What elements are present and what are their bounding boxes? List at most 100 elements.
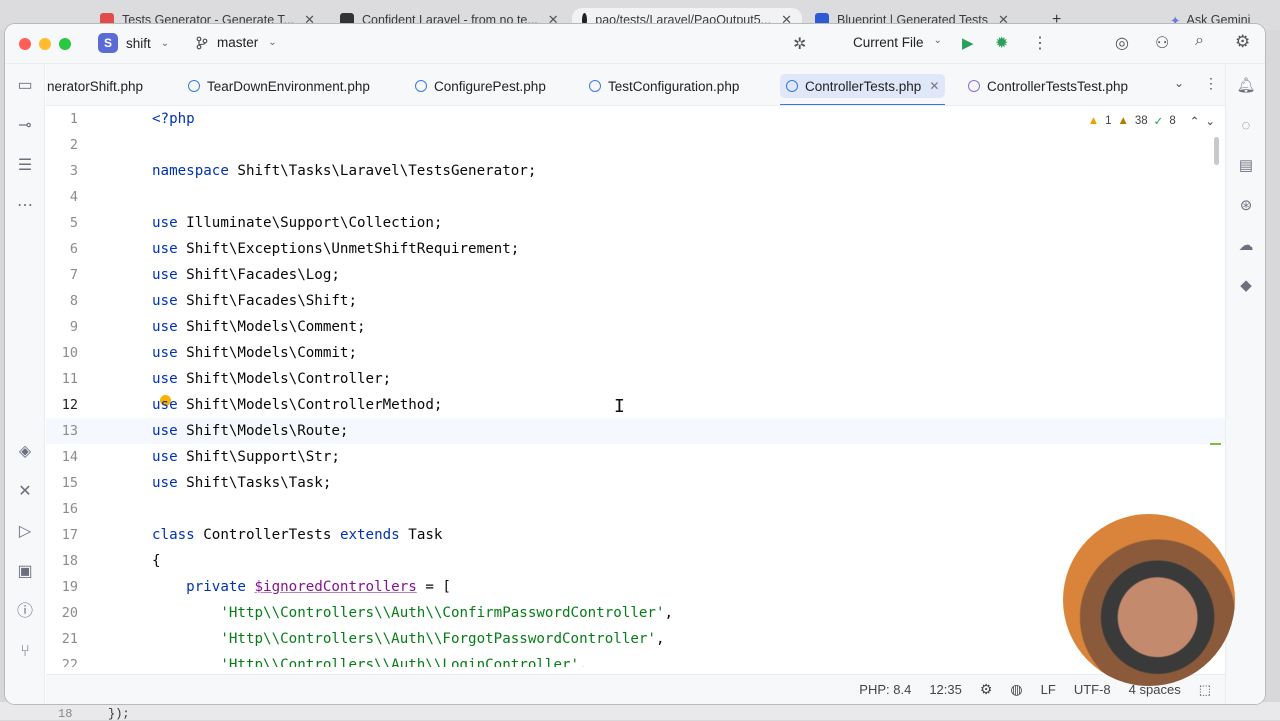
more-tools-icon[interactable]: ⋯ xyxy=(15,196,35,216)
line-number: 18 xyxy=(58,707,73,721)
editor-tab[interactable]: neratorShift.php xyxy=(47,74,143,98)
code-token: namespace xyxy=(152,163,229,179)
check-icon: ✓ xyxy=(1153,116,1164,128)
debug-bug-icon[interactable]: ✲ xyxy=(793,34,806,54)
chevron-down-icon[interactable]: ⌄ xyxy=(1205,114,1215,128)
line-separator[interactable]: LF xyxy=(1041,682,1056,697)
build-tools-icon[interactable]: ✕ xyxy=(15,482,35,502)
run-config-label: Current File xyxy=(853,35,924,50)
run-config-selector[interactable]: Current File ⌄ xyxy=(853,35,942,50)
line-number: 7 xyxy=(69,267,78,283)
code-token: use xyxy=(152,293,178,309)
code-token: use xyxy=(152,423,178,439)
editor-tab[interactable]: ControllerTestsTest.php xyxy=(968,74,1128,98)
inspection-widget[interactable]: ▲ 1 ▲ 38 ✓ 8 ⌃ ⌄ xyxy=(1088,114,1215,128)
editor-tab-label: neratorShift.php xyxy=(47,78,144,94)
code-token: private xyxy=(152,579,255,595)
class-icon xyxy=(415,80,427,92)
change-marker xyxy=(1210,443,1221,445)
plugin-icon[interactable]: ◆ xyxy=(1236,276,1256,296)
code-line: use Shift\Tasks\Task; xyxy=(152,475,331,491)
chevron-down-icon[interactable]: ⌄ xyxy=(1174,76,1184,90)
code-line: use Shift\Facades\Log; xyxy=(152,267,340,283)
gear-icon[interactable]: ⚙ xyxy=(1235,32,1250,52)
chevron-down-icon: ⌄ xyxy=(933,35,942,46)
text-cursor-icon: I xyxy=(614,396,625,417)
chevron-up-icon[interactable]: ⌃ xyxy=(1190,114,1200,128)
more-actions-icon[interactable]: ⋮ xyxy=(1032,33,1048,53)
code-line: use Shift\Models\Controller; xyxy=(152,371,391,387)
caret-position[interactable]: 12:35 xyxy=(929,682,962,697)
line-number: 3 xyxy=(69,163,78,179)
file-encoding[interactable]: UTF-8 xyxy=(1074,682,1111,697)
notifications-icon[interactable]: 🔔︎ xyxy=(1236,76,1256,96)
editor-tab-active[interactable]: ControllerTests.php ✕ xyxy=(780,74,946,105)
code-line: use Illuminate\Support\Collection; xyxy=(152,215,442,231)
php-version[interactable]: PHP: 8.4 xyxy=(859,682,911,697)
line-number: 22 xyxy=(61,657,78,667)
code-line: class ControllerTests extends Task xyxy=(152,527,442,543)
vertical-scrollbar[interactable] xyxy=(1214,137,1219,165)
code-token: use xyxy=(152,345,178,361)
code-style-icon[interactable]: ⚙ xyxy=(980,681,993,698)
minimize-window-button[interactable] xyxy=(39,38,51,50)
code-token: Shift\Support\Str; xyxy=(177,449,340,465)
code-line: private $ignoredControllers = [ xyxy=(152,579,451,595)
project-name: shift xyxy=(126,35,151,51)
code-line: { xyxy=(152,553,161,569)
more-tabs-icon[interactable]: ⋮ xyxy=(1204,75,1218,92)
copilot-icon[interactable]: ⊛ xyxy=(1236,196,1256,216)
lock-icon[interactable]: ⬚ xyxy=(1199,682,1211,698)
ai-assistant-icon[interactable]: ◎ xyxy=(1115,33,1129,53)
ai-status-icon[interactable]: ◍ xyxy=(1010,681,1022,698)
add-user-icon[interactable]: ⚇ xyxy=(1155,33,1169,53)
weak-warning-count: 38 xyxy=(1134,115,1148,127)
folder-icon[interactable]: ▭ xyxy=(15,76,35,96)
run-tool-icon[interactable]: ▷ xyxy=(15,522,35,542)
ai-chat-icon[interactable]: ◌ xyxy=(1236,116,1256,136)
terminal-icon[interactable]: ▣ xyxy=(15,562,35,582)
run-icon[interactable]: ▶ xyxy=(962,34,974,52)
code-token: use xyxy=(152,449,178,465)
code-token: Shift\Facades\Log; xyxy=(177,267,340,283)
git-icon[interactable]: ⑂ xyxy=(15,642,35,662)
close-window-button[interactable] xyxy=(19,38,31,50)
line-number: 18 xyxy=(61,553,78,569)
code-token: { xyxy=(152,553,161,569)
editor-tab[interactable]: TearDownEnvironment.php xyxy=(188,74,370,98)
code-token: 'Http\\Controllers\\Auth\\LoginControlle… xyxy=(152,657,580,667)
editor-tab[interactable]: ConfigurePest.php xyxy=(415,74,546,98)
close-tab-icon[interactable]: ✕ xyxy=(929,79,939,93)
laravel-icon[interactable]: ◈ xyxy=(15,442,35,462)
branch-selector[interactable]: master ⌄ xyxy=(195,35,277,50)
code-token: use xyxy=(152,319,178,335)
database-icon[interactable]: ▤ xyxy=(1236,156,1256,176)
line-number: 15 xyxy=(61,475,78,491)
project-badge: S xyxy=(98,33,118,53)
debug-icon[interactable]: ✹ xyxy=(995,33,1008,53)
commit-icon[interactable]: ⊸ xyxy=(15,116,35,136)
ok-count: 8 xyxy=(1169,115,1176,127)
code-editor[interactable]: 1 2 3 4 5 6 7 8 9 10 11 12 13 14 15 16 1… xyxy=(46,107,1225,667)
code-token: class xyxy=(152,527,195,543)
left-tool-strip: ▭ ⊸ ☰ ⋯ ◈ ✕ ▷ ▣ ⓘ ⑂ xyxy=(5,64,45,704)
code-token: Illuminate\Support\Collection; xyxy=(177,215,443,231)
search-icon[interactable]: ⌕ xyxy=(1195,32,1204,50)
problems-icon[interactable]: ⓘ xyxy=(15,602,35,622)
project-selector[interactable]: S shift ⌄ xyxy=(98,33,169,53)
editor-tab-label: ControllerTests.php xyxy=(805,78,922,94)
line-number: 10 xyxy=(61,345,78,361)
warning-icon: ▲ xyxy=(1087,115,1100,127)
code-line: 'Http\\Controllers\\Auth\\ConfirmPasswor… xyxy=(152,605,673,621)
editor-tab-bar: neratorShift.php TearDownEnvironment.php… xyxy=(46,64,1225,106)
structure-icon[interactable]: ☰ xyxy=(15,156,35,176)
maximize-window-button[interactable] xyxy=(59,38,71,50)
code-line: use Shift\Models\Comment; xyxy=(152,319,366,335)
editor-tab[interactable]: TestConfiguration.php xyxy=(589,74,739,98)
line-number: 13 xyxy=(61,423,78,439)
line-number: 5 xyxy=(69,215,78,231)
editor-tab-label: ConfigurePest.php xyxy=(434,78,546,94)
code-token: Shift\Tasks\Laravel\TestsGenerator; xyxy=(228,163,537,179)
cloud-icon[interactable]: ☁︎ xyxy=(1236,236,1256,256)
code-token: Task xyxy=(399,527,443,543)
